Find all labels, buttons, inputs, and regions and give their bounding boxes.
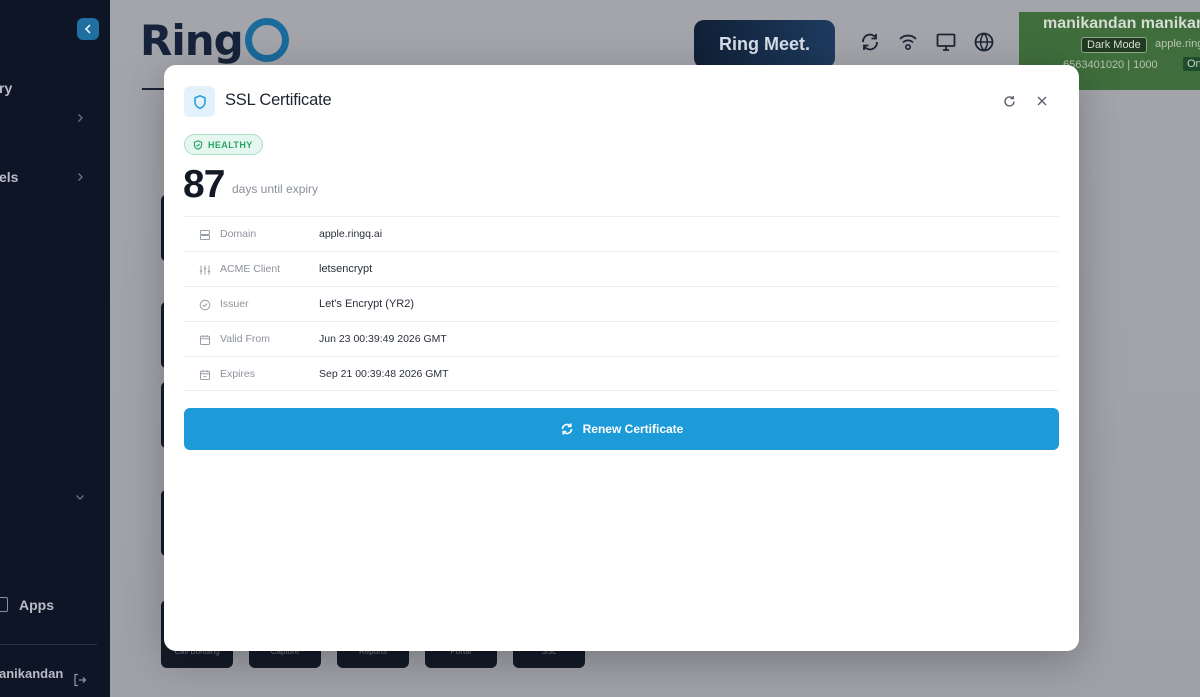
days-until-expiry-value: 87 bbox=[183, 163, 225, 206]
sidebar-item-label[interactable]: els bbox=[0, 169, 18, 185]
renew-certificate-button[interactable]: Renew Certificate bbox=[184, 408, 1059, 450]
detail-label: ACME Client bbox=[220, 263, 281, 275]
detail-label: Expires bbox=[220, 368, 256, 380]
refresh-button[interactable] bbox=[1000, 92, 1018, 110]
detail-row-valid-from: Valid From Jun 23 00:39:49 2026 GMT bbox=[184, 321, 1059, 356]
sidebar-item-apps[interactable]: Apps bbox=[19, 597, 54, 613]
close-icon bbox=[1037, 96, 1047, 106]
calendar-icon bbox=[198, 368, 211, 381]
user-domain: apple.ring bbox=[1155, 38, 1200, 50]
sync-icon bbox=[561, 423, 572, 435]
refresh-icon bbox=[1003, 95, 1015, 107]
detail-label: Domain bbox=[220, 228, 257, 240]
sidebar: ry els Apps anikandan bbox=[0, 0, 110, 697]
chevron-right-icon[interactable] bbox=[74, 111, 86, 123]
chevron-left-icon bbox=[84, 24, 91, 34]
sidebar-item-label[interactable]: ry bbox=[0, 80, 12, 96]
detail-label: Valid From bbox=[220, 333, 270, 345]
shield-check-icon bbox=[193, 139, 203, 150]
ssl-certificate-modal: SSL Certificate HEALTHY 87 days until ex… bbox=[164, 65, 1079, 651]
ring-meet-banner[interactable]: Ring Meet. bbox=[694, 20, 835, 68]
status-badge: HEALTHY bbox=[184, 134, 263, 155]
close-button[interactable] bbox=[1033, 92, 1051, 110]
detail-row-acme-client: ACME Client letsencrypt bbox=[184, 251, 1059, 286]
detail-row-domain: Domain apple.ringq.ai bbox=[184, 216, 1059, 251]
user-extension: 6563401020 | 1000 bbox=[1063, 59, 1158, 71]
detail-value: Sep 21 00:39:48 2026 GMT bbox=[319, 368, 449, 380]
days-until-expiry-label: days until expiry bbox=[232, 182, 319, 196]
calendar-icon bbox=[198, 333, 211, 346]
shield-icon bbox=[184, 86, 215, 117]
monitor-icon[interactable] bbox=[934, 30, 958, 54]
certificate-details: Domain apple.ringq.ai ACME Client letsen… bbox=[184, 216, 1059, 391]
detail-row-expires: Expires Sep 21 00:39:48 2026 GMT bbox=[184, 356, 1059, 391]
detail-value: letsencrypt bbox=[319, 263, 373, 275]
logo-q-mark bbox=[244, 18, 289, 62]
status-badge-text: HEALTHY bbox=[208, 139, 253, 150]
renew-button-label: Renew Certificate bbox=[582, 422, 684, 436]
detail-value: Let's Encrypt (YR2) bbox=[319, 298, 415, 310]
user-name: manikandan manikan bbox=[1043, 15, 1200, 32]
logo-text: Ring bbox=[140, 15, 244, 65]
meet-banner-text: Ring Meet. bbox=[718, 33, 810, 54]
chevron-down-icon[interactable] bbox=[74, 490, 86, 502]
globe-icon[interactable] bbox=[972, 30, 996, 54]
sidebar-divider bbox=[0, 644, 97, 645]
check-circle-icon bbox=[198, 298, 211, 311]
sliders-icon bbox=[198, 263, 211, 276]
refresh-icon[interactable] bbox=[858, 30, 882, 54]
detail-value: Jun 23 00:39:49 2026 GMT bbox=[319, 333, 447, 345]
logout-icon[interactable] bbox=[72, 672, 88, 688]
ringq-logo: Ring bbox=[140, 12, 289, 68]
apps-icon bbox=[0, 597, 8, 612]
server-icon bbox=[198, 228, 211, 241]
sidebar-user-name: anikandan bbox=[0, 666, 64, 681]
modal-title: SSL Certificate bbox=[225, 91, 332, 109]
header-icon-bar bbox=[858, 30, 996, 54]
detail-row-issuer: Issuer Let's Encrypt (YR2) bbox=[184, 286, 1059, 321]
detail-label: Issuer bbox=[220, 298, 249, 310]
detail-value: apple.ringq.ai bbox=[319, 228, 383, 240]
online-status-badge: On bbox=[1183, 57, 1200, 71]
dark-mode-toggle[interactable]: Dark Mode bbox=[1081, 37, 1147, 53]
wifi-icon[interactable] bbox=[896, 30, 920, 54]
sidebar-collapse-button[interactable] bbox=[77, 18, 99, 40]
chevron-right-icon[interactable] bbox=[74, 170, 86, 182]
